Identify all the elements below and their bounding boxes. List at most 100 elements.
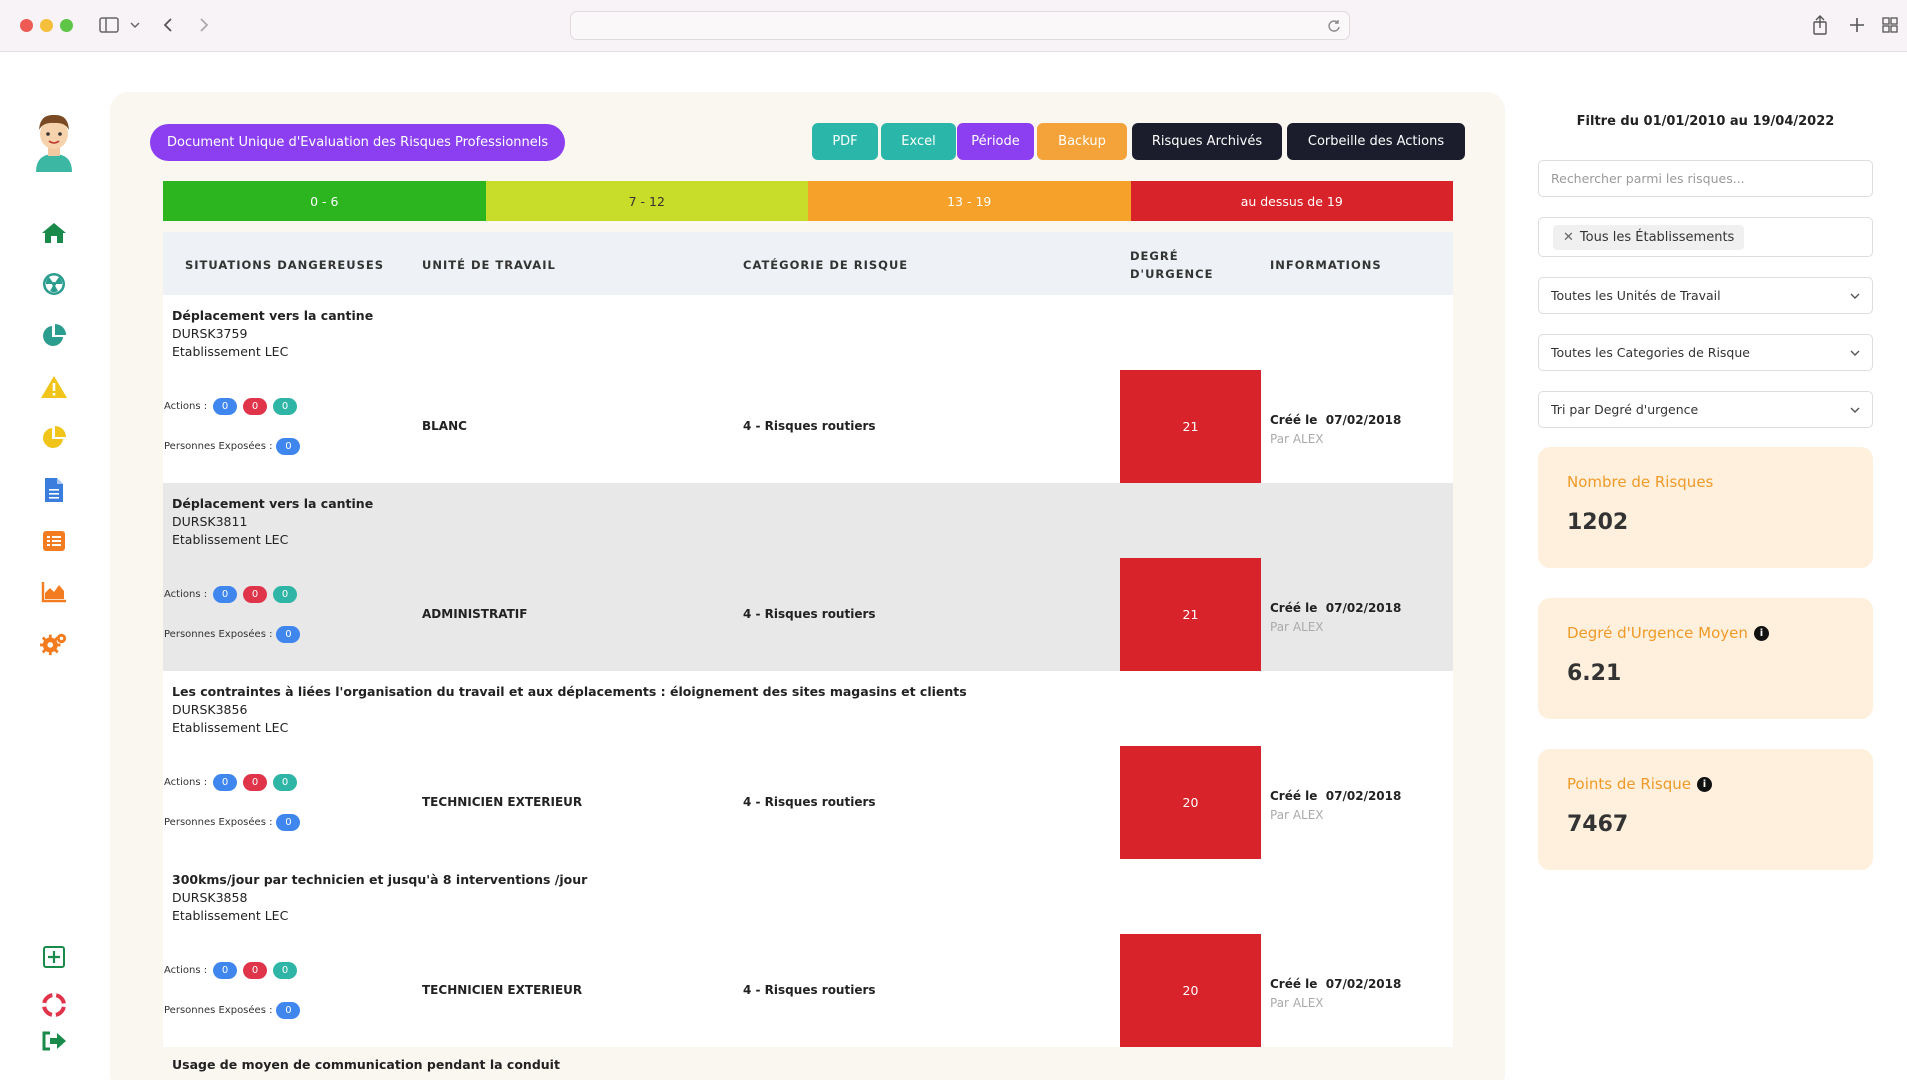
exposed-badge[interactable]: 0 bbox=[276, 626, 301, 643]
actions-label: Actions : bbox=[164, 965, 208, 976]
browser-toolbar bbox=[0, 0, 1907, 52]
situation-cell: 300kms/jour par technicien et jusqu'à 8 … bbox=[172, 871, 587, 925]
address-bar[interactable] bbox=[570, 11, 1350, 40]
situation-title: Déplacement vers la cantine bbox=[172, 308, 374, 323]
exposed-badge[interactable]: 0 bbox=[276, 1002, 301, 1019]
table-row[interactable]: 300kms/jour par technicien et jusqu'à 8 … bbox=[163, 859, 1453, 1047]
created-date: 07/02/2018 bbox=[1325, 413, 1402, 427]
degree-cell: 20 bbox=[1120, 934, 1261, 1047]
cogs-icon[interactable] bbox=[40, 630, 68, 658]
actions-label: Actions : bbox=[164, 401, 208, 412]
pie-chart-yellow-icon[interactable] bbox=[40, 424, 68, 452]
unit-select[interactable]: Toutes les Unités de Travail bbox=[1538, 277, 1873, 314]
exposed-count: Personnes Exposées : 0 bbox=[164, 1002, 301, 1019]
actions-teal-badge[interactable]: 0 bbox=[273, 962, 298, 979]
actions-teal-badge[interactable]: 0 bbox=[273, 586, 298, 603]
avatar[interactable] bbox=[32, 110, 76, 172]
chevron-down-icon[interactable] bbox=[128, 14, 142, 36]
actions-red-badge[interactable]: 0 bbox=[243, 774, 268, 791]
logout-icon[interactable] bbox=[40, 1027, 68, 1055]
header-unit[interactable]: UNITÉ DE TRAVAIL bbox=[422, 258, 556, 272]
header-category[interactable]: CATÉGORIE DE RISQUE bbox=[743, 258, 908, 272]
degree-cell: 21 bbox=[1120, 370, 1261, 483]
risk-code: DURSK3856 bbox=[172, 702, 248, 717]
zoom-window-button[interactable] bbox=[60, 19, 73, 32]
minimize-window-button[interactable] bbox=[40, 19, 53, 32]
unit-select-value: Toutes les Unités de Travail bbox=[1551, 288, 1721, 303]
reload-icon[interactable] bbox=[1327, 18, 1341, 37]
created-by: ALEX bbox=[1292, 432, 1324, 446]
forward-icon[interactable] bbox=[196, 14, 212, 36]
actions-blue-badge[interactable]: 0 bbox=[213, 774, 238, 791]
legend-critical: au dessus de 19 bbox=[1130, 181, 1453, 221]
add-square-icon[interactable] bbox=[40, 943, 68, 971]
chevron-down-icon bbox=[1850, 288, 1860, 303]
home-icon[interactable] bbox=[40, 219, 68, 247]
etablissement-multiselect[interactable]: ✕ Tous les Établissements bbox=[1538, 217, 1873, 257]
etablissement-tag[interactable]: ✕ Tous les Établissements bbox=[1553, 225, 1745, 250]
actions-red-badge[interactable]: 0 bbox=[243, 962, 268, 979]
stat-value: 6.21 bbox=[1567, 661, 1622, 686]
actions-red-badge[interactable]: 0 bbox=[243, 586, 268, 603]
exposed-badge[interactable]: 0 bbox=[276, 438, 301, 455]
header-situations[interactable]: SITUATIONS DANGEREUSES bbox=[185, 258, 384, 272]
exposed-badge[interactable]: 0 bbox=[276, 814, 301, 831]
table-row[interactable]: Déplacement vers la cantine DURSK3759 Et… bbox=[163, 295, 1453, 483]
search-input[interactable] bbox=[1538, 160, 1873, 197]
created-label: Créé le bbox=[1270, 977, 1318, 991]
header-degree-line1[interactable]: DEGRÉ bbox=[1130, 249, 1179, 263]
info-icon[interactable]: i bbox=[1753, 625, 1769, 641]
situation-title: Déplacement vers la cantine bbox=[172, 496, 374, 511]
remove-tag-icon[interactable]: ✕ bbox=[1563, 230, 1574, 245]
unit-cell: TECHNICIEN EXTERIEUR bbox=[422, 795, 583, 809]
lifebuoy-icon[interactable] bbox=[40, 991, 68, 1019]
periode-button[interactable]: Période bbox=[957, 123, 1034, 160]
created-by: ALEX bbox=[1292, 620, 1324, 634]
table-row[interactable]: Les contraintes à liées l'organisation d… bbox=[163, 671, 1453, 859]
sort-select[interactable]: Tri par Degré d'urgence bbox=[1538, 391, 1873, 428]
close-window-button[interactable] bbox=[20, 19, 33, 32]
created-by: ALEX bbox=[1292, 996, 1324, 1010]
exposed-label: Personnes Exposées : bbox=[164, 817, 273, 828]
page-title[interactable]: Document Unique d'Evaluation des Risques… bbox=[150, 124, 566, 161]
share-icon[interactable] bbox=[1810, 14, 1830, 36]
new-tab-icon[interactable] bbox=[1847, 14, 1867, 36]
table-row[interactable]: Déplacement vers la cantine DURSK3811 Et… bbox=[163, 483, 1453, 671]
pie-chart-icon[interactable] bbox=[40, 322, 68, 350]
actions-blue-badge[interactable]: 0 bbox=[213, 586, 238, 603]
header-info[interactable]: INFORMATIONS bbox=[1270, 258, 1382, 272]
tab-overview-icon[interactable] bbox=[1880, 14, 1900, 36]
excel-button[interactable]: Excel bbox=[881, 123, 956, 160]
actions-teal-badge[interactable]: 0 bbox=[273, 398, 298, 415]
legend-low: 0 - 6 bbox=[163, 181, 486, 221]
actions-trash-button[interactable]: Corbeille des Actions bbox=[1287, 123, 1465, 160]
sidebar-toggle-icon[interactable] bbox=[98, 14, 120, 36]
pdf-button[interactable]: PDF bbox=[812, 123, 878, 160]
actions-counts: Actions : 0 0 0 bbox=[164, 962, 298, 979]
category-cell: 4 - Risques routiers bbox=[743, 607, 876, 621]
table-header: SITUATIONS DANGEREUSES UNITÉ DE TRAVAIL … bbox=[163, 232, 1453, 295]
degree-cell: 20 bbox=[1120, 746, 1261, 859]
actions-teal-badge[interactable]: 0 bbox=[273, 774, 298, 791]
warning-icon[interactable] bbox=[40, 373, 68, 401]
actions-red-badge[interactable]: 0 bbox=[243, 398, 268, 415]
actions-blue-badge[interactable]: 0 bbox=[213, 398, 238, 415]
stat-value: 1202 bbox=[1567, 510, 1629, 535]
backup-button[interactable]: Backup bbox=[1037, 123, 1127, 160]
document-icon[interactable] bbox=[40, 476, 68, 504]
archived-risks-button[interactable]: Risques Archivés bbox=[1132, 123, 1282, 160]
back-icon[interactable] bbox=[160, 14, 176, 36]
header-degree-line2[interactable]: D'URGENCE bbox=[1130, 267, 1213, 281]
stat-label: Points de Risque i bbox=[1567, 775, 1713, 793]
info-icon[interactable]: i bbox=[1697, 776, 1713, 792]
created-date: 07/02/2018 bbox=[1325, 977, 1402, 991]
risk-code: DURSK3811 bbox=[172, 514, 248, 529]
category-cell: 4 - Risques routiers bbox=[743, 795, 876, 809]
radiation-icon[interactable] bbox=[40, 270, 68, 298]
actions-counts: Actions : 0 0 0 bbox=[164, 586, 298, 603]
category-select[interactable]: Toutes les Categories de Risque bbox=[1538, 334, 1873, 371]
list-icon[interactable] bbox=[40, 527, 68, 555]
area-chart-icon[interactable] bbox=[40, 578, 68, 606]
actions-blue-badge[interactable]: 0 bbox=[213, 962, 238, 979]
risk-code: DURSK3858 bbox=[172, 890, 248, 905]
